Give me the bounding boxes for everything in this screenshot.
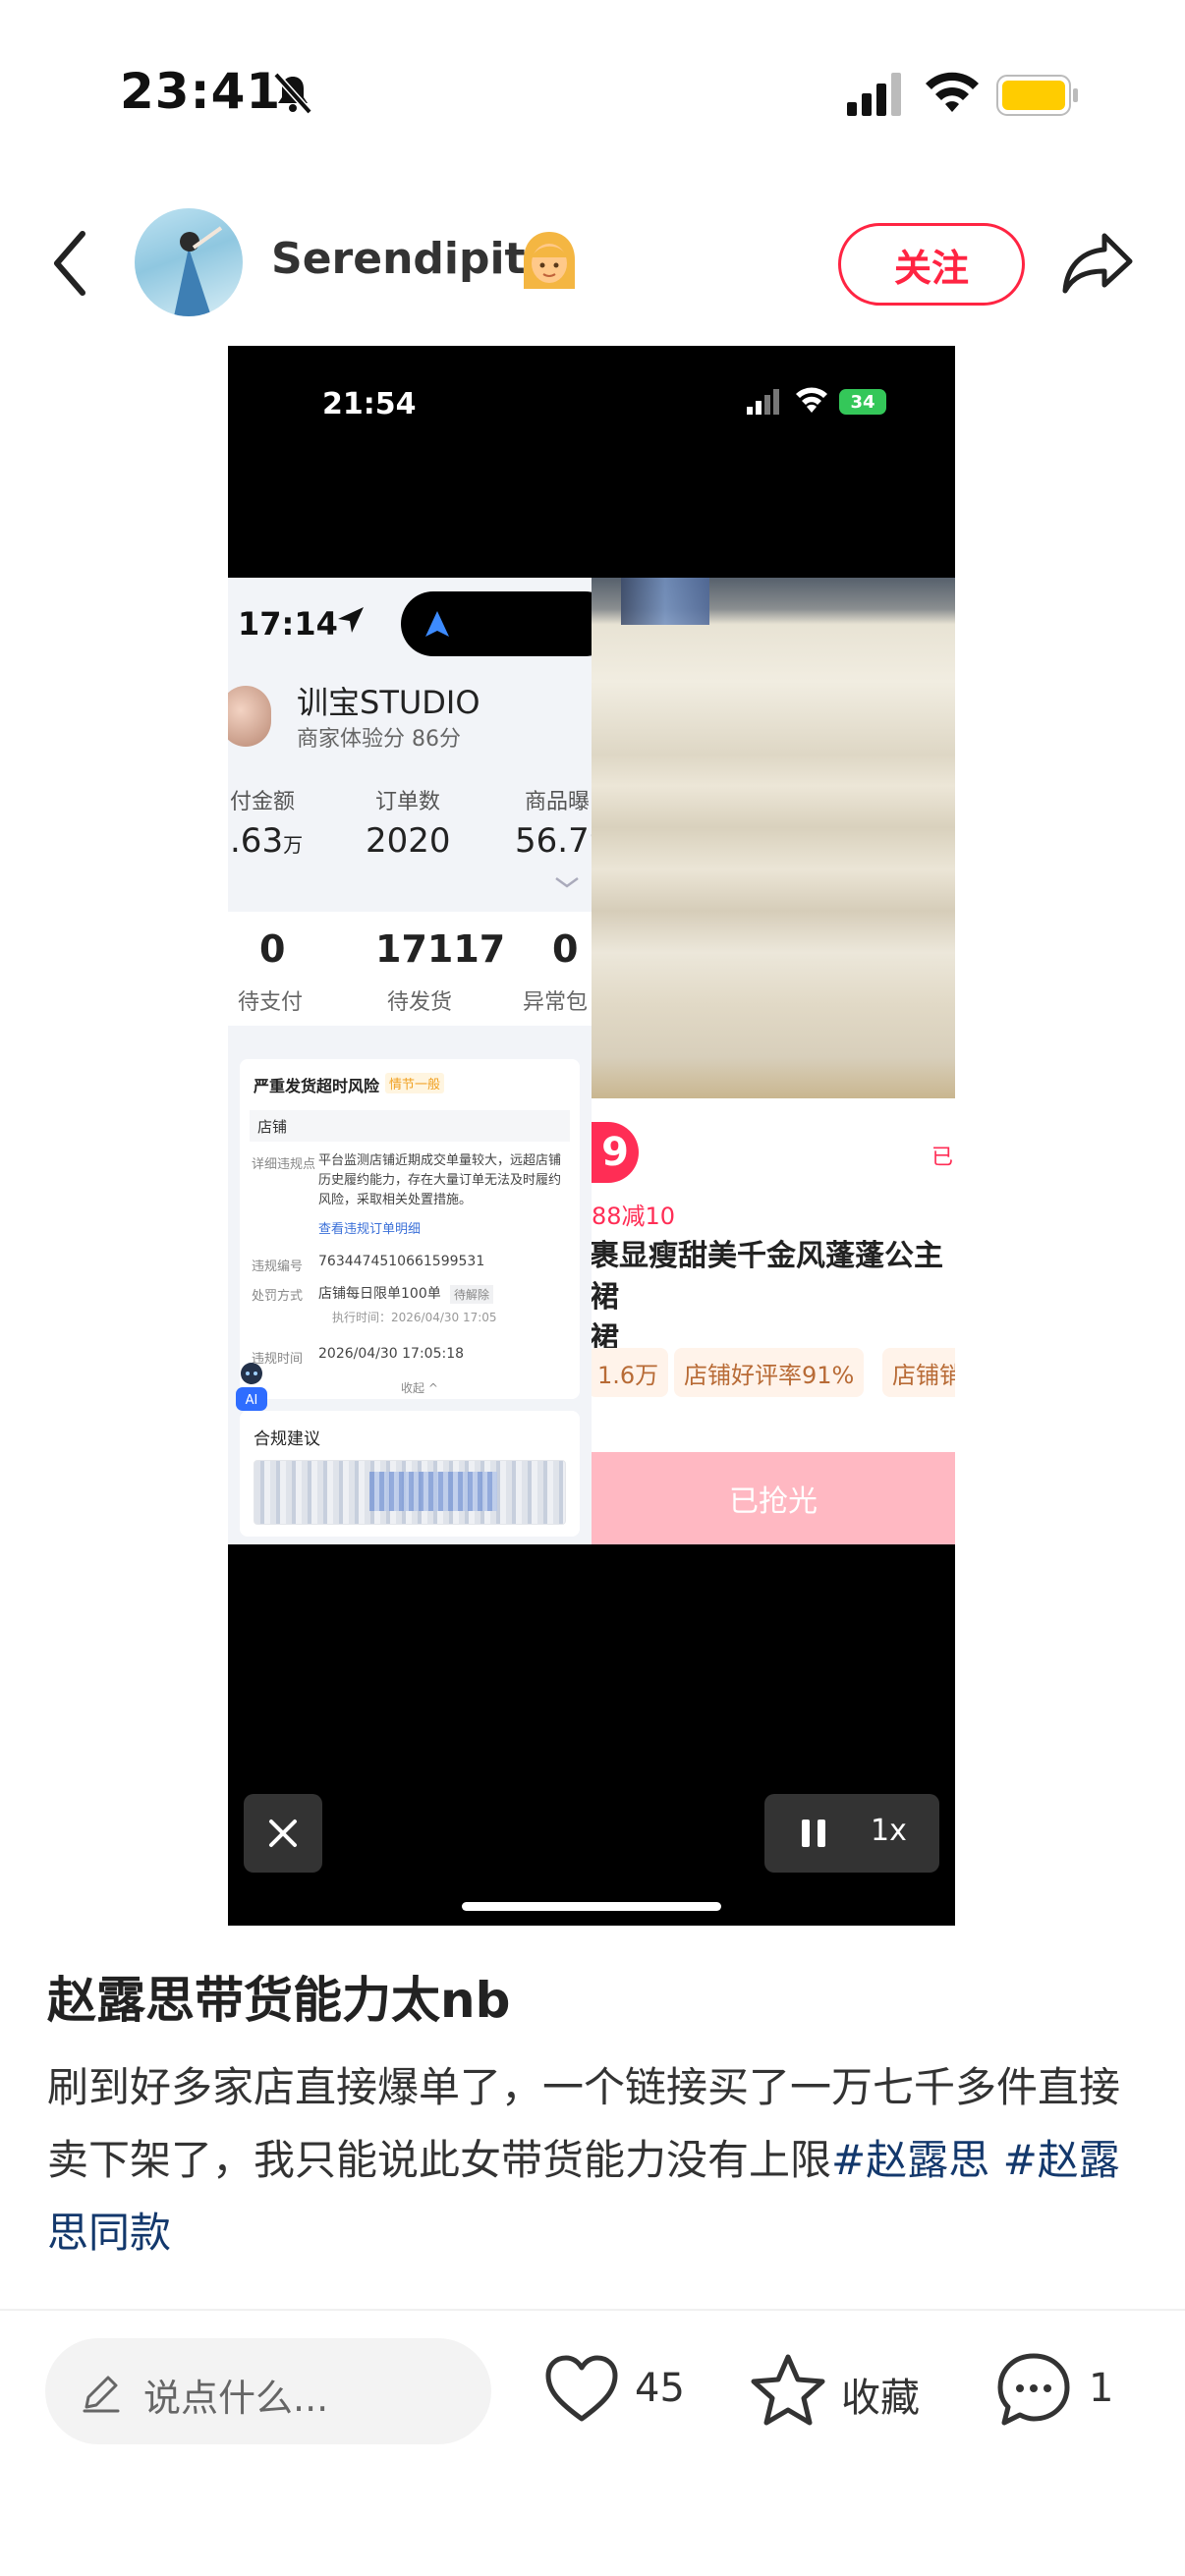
avatar-figure-icon: [174, 226, 223, 316]
post-header: Serendipity 关注: [0, 196, 1185, 334]
risk-exec-time: 执行时间：2026/04/30 17:05: [332, 1311, 497, 1324]
back-button[interactable]: [47, 226, 96, 301]
hashtag-link[interactable]: #赵露思: [831, 2136, 989, 2184]
collect-label: 收藏: [841, 2376, 920, 2421]
screen-wifi-icon: [796, 387, 827, 413]
risk-detail-link: 查看违规订单明细: [318, 1222, 422, 1237]
pause-icon[interactable]: [798, 1818, 829, 1849]
product-status-mark: 已: [931, 1146, 954, 1170]
comment-placeholder: 说点什么...: [143, 2377, 329, 2420]
comment-input[interactable]: 说点什么...: [45, 2338, 491, 2444]
like-count: 45: [635, 2366, 685, 2411]
count-value: 0: [552, 927, 579, 971]
like-button[interactable]: 45: [542, 2350, 719, 2435]
wifi-icon: [926, 72, 979, 112]
blurred-content-highlight: [369, 1472, 497, 1511]
risk-id-label: 违规编号: [252, 1260, 304, 1274]
divider: [0, 2309, 1185, 2311]
bell-off-icon: [273, 72, 312, 115]
risk-store-label: 店铺: [250, 1110, 570, 1142]
home-indicator: [462, 1902, 721, 1911]
stat-value: .63万: [230, 821, 304, 861]
sold-out-button: 已抢光: [592, 1452, 955, 1544]
stat-label: 订单数: [375, 790, 441, 814]
stat-value: 56.79: [515, 821, 592, 861]
heart-icon: [545, 2355, 618, 2422]
product-title: 裹显瘦甜美千金风蓬蓬公主裙裙: [592, 1239, 943, 1356]
cellular-signal-icon: [847, 73, 901, 116]
product-chip: 1.6万: [592, 1348, 669, 1397]
product-photo: [592, 578, 955, 1098]
count-label: 待发货: [387, 990, 453, 1015]
star-icon: [751, 2354, 825, 2426]
comment-count: 1: [1089, 2366, 1114, 2411]
collect-button[interactable]: 收藏: [749, 2350, 955, 2435]
playback-controls: 1x: [764, 1794, 939, 1873]
compliance-card: 合规建议: [240, 1411, 580, 1537]
chevron-down-icon: [555, 876, 579, 888]
product-page-screenshot: 9 已 88减10 裹显瘦甜美千金风蓬蓬公主裙裙 1.6万 店铺好评率91% 店…: [592, 578, 955, 1544]
shop-score: 商家体验分 86分: [297, 727, 461, 752]
post-media[interactable]: 21:54 34 17:14 训宝STUDIO 商家体验分 86分 付金额 .6…: [228, 346, 955, 1926]
count-label: 异常包: [523, 990, 589, 1015]
risk-collapse: 收起 ^: [401, 1381, 438, 1395]
count-value: 17117: [375, 927, 506, 971]
battery-icon: [996, 75, 1078, 116]
risk-detail-text: 平台监测店铺近期成交单量较大，远超店铺历史履约能力，存在大量订单无法及时履约风险…: [318, 1153, 562, 1207]
risk-tag: 情节一般: [385, 1073, 445, 1093]
share-icon[interactable]: [1061, 228, 1136, 299]
status-bar: 23:41: [0, 0, 1185, 196]
risk-action-label: 处罚方式: [252, 1289, 304, 1304]
stat-label: 商品曝: [525, 790, 591, 814]
risk-action-badge: 待解除: [450, 1285, 494, 1304]
risk-title: 严重发货超时风险: [254, 1077, 380, 1095]
post-body: 刷到好多家店直接爆单了，一个链接买了一万七千多件直接卖下架了，我只能说此女带货能…: [47, 2051, 1140, 2269]
product-price-badge: 9: [592, 1122, 639, 1183]
username[interactable]: Serendipity: [271, 234, 553, 284]
pencil-icon: [83, 2376, 120, 2413]
close-video-button[interactable]: [244, 1794, 322, 1873]
risk-id-value: 7634474510661599531: [318, 1254, 485, 1269]
stat-value: 2020: [366, 821, 451, 861]
navigation-arrow-icon: [425, 611, 449, 637]
count-label: 待支付: [238, 990, 304, 1015]
playback-speed-button[interactable]: 1x: [871, 1814, 907, 1848]
count-value: 0: [259, 927, 286, 971]
comment-button[interactable]: 1: [994, 2350, 1152, 2435]
product-chip: 店铺好评率91%: [674, 1348, 865, 1397]
product-chip: 店铺销: [882, 1348, 955, 1397]
close-icon: [269, 1820, 297, 1847]
compliance-title: 合规建议: [254, 1429, 320, 1449]
risk-detail-label: 详细违规点: [252, 1157, 316, 1172]
order-count-card: 0 待支付 17117 待发货 0 异常包: [228, 912, 592, 1026]
svg-text:AI: AI: [246, 1393, 258, 1408]
woman-emoji-icon: [524, 232, 575, 289]
screen-battery-icon: 34: [839, 389, 886, 415]
dashboard-time: 17:14: [238, 605, 338, 643]
risk-warning-card: 严重发货超时风险 情节一般 店铺 详细违规点 平台监测店铺近期成交单量较大，远超…: [240, 1059, 580, 1399]
shop-dashboard-screenshot: 17:14 训宝STUDIO 商家体验分 86分 付金额 .63万 订单数 20…: [228, 578, 592, 1544]
location-arrow-icon: [338, 607, 364, 633]
product-promo: 88减10: [592, 1203, 676, 1230]
comment-bubble-icon: [997, 2353, 1070, 2426]
risk-time-value: 2026/04/30 17:05:18: [318, 1346, 465, 1362]
status-time: 23:41: [120, 63, 282, 120]
follow-button[interactable]: 关注: [838, 223, 1025, 306]
post-title: 赵露思带货能力太nb: [47, 1972, 511, 2029]
shop-logo: [228, 686, 271, 747]
stat-label: 付金额: [230, 790, 296, 814]
risk-action-value: 店铺每日限单100单: [318, 1286, 441, 1302]
shop-name: 训宝STUDIO: [297, 684, 480, 721]
product-photo-detail: [621, 578, 709, 625]
avatar[interactable]: [135, 208, 243, 316]
screen-time: 21:54: [322, 387, 417, 421]
ai-assistant-icon: AI: [236, 1363, 267, 1411]
screen-signal-icon: [747, 389, 779, 415]
